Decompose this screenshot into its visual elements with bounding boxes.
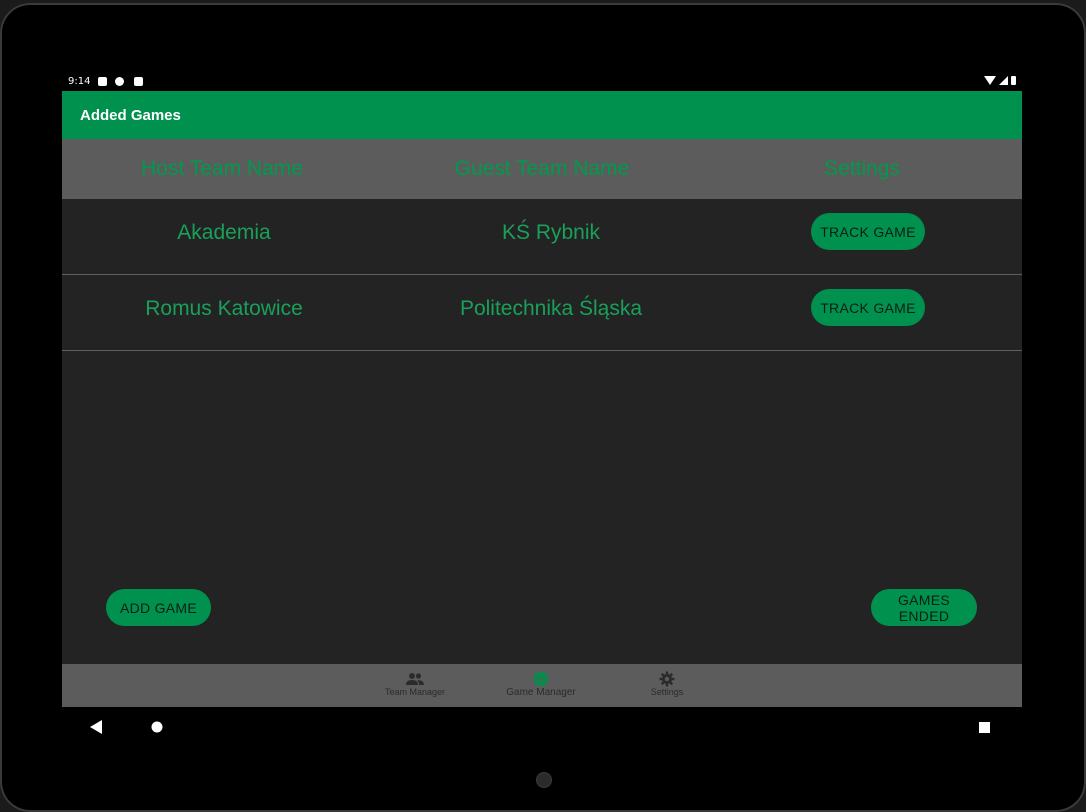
nav-label: Settings <box>650 687 684 697</box>
people-icon <box>406 673 424 685</box>
notification-a-icon <box>98 77 107 86</box>
gear-icon <box>659 671 675 687</box>
table-row: Akademia KŚ Rybnik TRACK GAME <box>62 199 1022 275</box>
page-title: Added Games <box>80 107 181 124</box>
wifi-icon <box>984 76 996 85</box>
sd-card-icon <box>134 77 143 86</box>
column-header-settings: Settings <box>824 157 900 180</box>
column-header-guest: Guest Team Name <box>454 157 630 180</box>
nav-game-manager[interactable]: Game Manager <box>486 664 596 707</box>
bottom-navigation: Team Manager Game Manager Settings <box>62 664 1022 707</box>
battery-icon <box>1011 76 1016 85</box>
home-icon[interactable] <box>151 721 163 733</box>
recents-icon[interactable] <box>979 722 990 733</box>
nav-settings[interactable]: Settings <box>612 664 722 707</box>
notification-circle-icon <box>115 77 124 86</box>
nav-label: Game Manager <box>506 687 576 698</box>
system-navigation-bar <box>62 707 1022 748</box>
guest-team-name: Politechnika Śląska <box>459 297 643 320</box>
tablet-frame: 9:14 Added Games Host Team Name Guest Te… <box>0 3 1086 812</box>
add-game-button[interactable]: ADD GAME <box>106 589 211 626</box>
host-team-name: Romus Katowice <box>145 297 303 320</box>
status-time: 9:14 <box>68 76 91 87</box>
nav-label: Team Manager <box>384 687 446 697</box>
host-team-name: Akademia <box>177 221 271 244</box>
status-bar: 9:14 <box>62 73 1022 91</box>
app-screen: 9:14 Added Games Host Team Name Guest Te… <box>62 73 1022 748</box>
nav-team-manager[interactable]: Team Manager <box>360 664 470 707</box>
track-game-button[interactable]: TRACK GAME <box>811 289 925 326</box>
front-camera <box>536 772 552 788</box>
track-game-button[interactable]: TRACK GAME <box>811 213 925 250</box>
column-header-host: Host Team Name <box>141 157 303 180</box>
ball-icon <box>533 671 549 687</box>
guest-team-name: KŚ Rybnik <box>501 221 601 244</box>
signal-icon <box>999 76 1008 85</box>
games-ended-button[interactable]: GAMES ENDED <box>871 589 977 626</box>
table-row: Romus Katowice Politechnika Śląska TRACK… <box>62 275 1022 351</box>
app-bar: Added Games <box>62 91 1022 139</box>
status-indicators <box>984 76 1016 85</box>
back-icon[interactable] <box>90 720 103 734</box>
table-header: Host Team Name Guest Team Name Settings <box>62 139 1022 199</box>
